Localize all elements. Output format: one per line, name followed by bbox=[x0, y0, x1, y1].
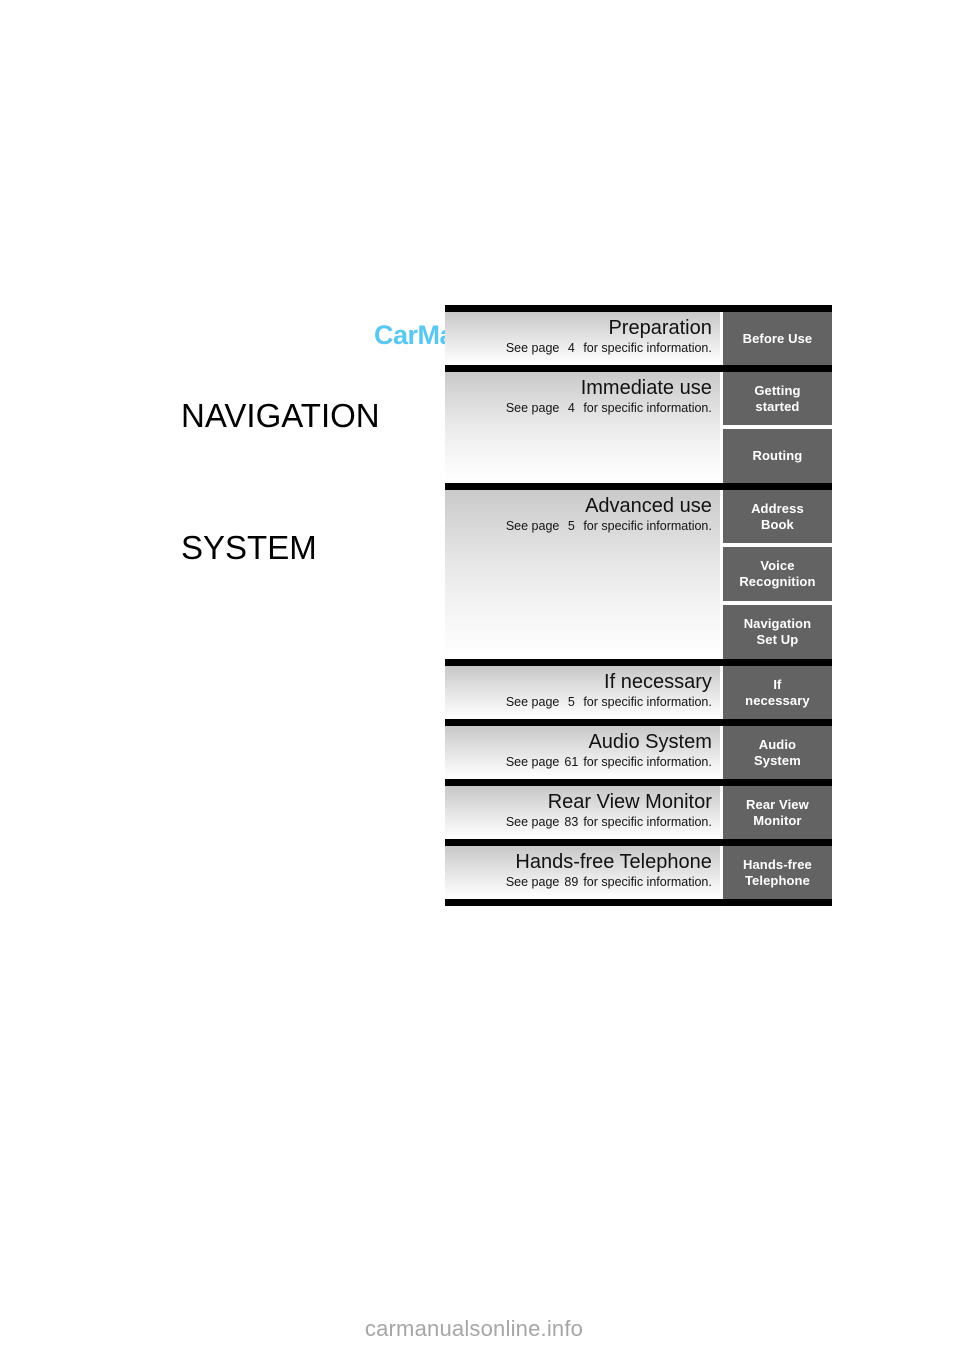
tab-label-line: Address bbox=[751, 500, 804, 516]
group-divider-rule bbox=[445, 779, 832, 786]
tab-label-line: Voice bbox=[760, 558, 795, 573]
see-page-suffix: for specific information. bbox=[583, 875, 712, 889]
tab-column: Audio System bbox=[722, 726, 832, 779]
tab-label-line: Monitor bbox=[753, 812, 802, 828]
contents-group: Immediate use See page 4 for specific inf… bbox=[445, 372, 832, 483]
section-panel: Hands-free Telephone See page 89 for spec… bbox=[445, 846, 720, 899]
page-title-line-1: NAVIGATION bbox=[181, 397, 380, 434]
contents-group: Rear View Monitor See page 83 for specifi… bbox=[445, 786, 832, 839]
tab-voice-recognition[interactable]: Voice Recognition bbox=[722, 547, 832, 601]
tab-column: Before Use bbox=[722, 312, 832, 365]
see-page-prefix: See page bbox=[505, 341, 560, 355]
section-panel: If necessary See page 5 for specific info… bbox=[445, 666, 720, 719]
see-page-prefix: See page bbox=[505, 695, 560, 709]
see-page-number: 4 bbox=[567, 401, 575, 415]
section-page-reference: See page 5 for specific information. bbox=[445, 518, 714, 534]
see-page-number: 5 bbox=[567, 519, 575, 533]
see-page-number: 83 bbox=[564, 815, 579, 829]
group-divider-rule bbox=[445, 305, 832, 312]
section-page-reference: See page 4 for specific information. bbox=[445, 340, 714, 356]
tab-label-line: Navigation bbox=[743, 616, 812, 631]
see-page-number: 61 bbox=[564, 755, 579, 769]
section-panel: Immediate use See page 4 for specific inf… bbox=[445, 372, 720, 483]
tab-label-line: System bbox=[754, 752, 801, 768]
section-panel: Audio System See page 61 for specific inf… bbox=[445, 726, 720, 779]
tab-label-line: Hands-free bbox=[742, 856, 812, 872]
see-page-prefix: See page bbox=[505, 519, 560, 533]
tab-label-line: Telephone bbox=[744, 872, 810, 888]
tab-column: If necessary bbox=[722, 666, 832, 719]
section-heading: Hands-free Telephone bbox=[515, 851, 712, 873]
tab-column: Getting started Routing bbox=[722, 372, 832, 483]
tab-label-line: Recognition bbox=[739, 574, 816, 589]
see-page-suffix: for specific information. bbox=[583, 401, 712, 415]
tab-column: Rear View Monitor bbox=[722, 786, 832, 839]
tab-address-book[interactable]: Address Book bbox=[722, 490, 832, 543]
see-page-number: 89 bbox=[564, 875, 579, 889]
section-heading: Advanced use bbox=[585, 495, 712, 517]
section-page-reference: See page 4 for specific information. bbox=[445, 400, 714, 416]
tab-label-line: started bbox=[755, 398, 800, 414]
tab-column: Address Book Voice Recognition Navigation Set… bbox=[722, 490, 832, 659]
section-panel: Rear View Monitor See page 83 for specifi… bbox=[445, 786, 720, 839]
see-page-prefix: See page bbox=[505, 755, 560, 769]
section-page-reference: See page 5 for specific information. bbox=[445, 694, 714, 710]
tab-label-line: Routing bbox=[752, 448, 803, 463]
group-divider-rule bbox=[445, 365, 832, 372]
tab-rear-view-monitor[interactable]: Rear View Monitor bbox=[722, 786, 832, 839]
tab-routing[interactable]: Routing bbox=[722, 429, 832, 483]
section-page-reference: See page 61 for specific information. bbox=[445, 754, 714, 770]
page-title: NAVIGATION SYSTEM bbox=[181, 306, 380, 614]
group-divider-rule bbox=[445, 659, 832, 666]
see-page-suffix: for specific information. bbox=[583, 815, 712, 829]
tab-label-line: Before Use bbox=[742, 330, 813, 346]
see-page-suffix: for specific information. bbox=[583, 695, 712, 709]
contents-group: Preparation See page 4 for specific infor… bbox=[445, 312, 832, 365]
see-page-prefix: See page bbox=[505, 815, 560, 829]
see-page-number: 4 bbox=[567, 341, 575, 355]
tab-before-use[interactable]: Before Use bbox=[722, 312, 832, 365]
tab-label-line: Set Up bbox=[756, 632, 799, 647]
see-page-suffix: for specific information. bbox=[583, 755, 712, 769]
page-title-line-2: SYSTEM bbox=[181, 529, 317, 566]
tab-label-line: Audio bbox=[758, 736, 797, 752]
group-divider-rule bbox=[445, 839, 832, 846]
section-heading: Rear View Monitor bbox=[547, 791, 712, 813]
section-panel: Advanced use See page 5 for specific info… bbox=[445, 490, 720, 659]
see-page-suffix: for specific information. bbox=[583, 341, 712, 355]
watermark-carmanualsonline: carmanualsonline.info bbox=[364, 1316, 584, 1341]
section-heading: Immediate use bbox=[580, 377, 712, 399]
tab-column: Hands-free Telephone bbox=[722, 846, 832, 899]
contents-group: If necessary See page 5 for specific info… bbox=[445, 666, 832, 719]
tab-navigation-set-up[interactable]: Navigation Set Up bbox=[722, 605, 832, 659]
section-heading: Audio System bbox=[588, 731, 712, 753]
tab-label-line: Book bbox=[760, 516, 794, 532]
tab-label-line: Rear View bbox=[746, 796, 809, 812]
tab-getting-started[interactable]: Getting started bbox=[722, 372, 832, 425]
tab-if-necessary[interactable]: If necessary bbox=[722, 666, 832, 719]
tab-audio-system[interactable]: Audio System bbox=[722, 726, 832, 779]
contents-table: Preparation See page 4 for specific infor… bbox=[445, 305, 832, 906]
tab-label-line: Getting bbox=[754, 382, 801, 398]
section-page-reference: See page 83 for specific information. bbox=[445, 814, 714, 830]
contents-group: Hands-free Telephone See page 89 for spec… bbox=[445, 846, 832, 899]
tab-hands-free-telephone[interactable]: Hands-free Telephone bbox=[722, 846, 832, 899]
see-page-number: 5 bbox=[567, 695, 575, 709]
tab-label-line: If bbox=[773, 676, 782, 692]
table-bottom-rule bbox=[445, 899, 832, 906]
section-page-reference: See page 89 for specific information. bbox=[445, 874, 714, 890]
section-heading: If necessary bbox=[604, 671, 712, 693]
section-heading: Preparation bbox=[608, 317, 712, 339]
group-divider-rule bbox=[445, 719, 832, 726]
contents-group: Advanced use See page 5 for specific info… bbox=[445, 490, 832, 659]
tab-label-line: necessary bbox=[745, 692, 810, 708]
see-page-prefix: See page bbox=[505, 401, 560, 415]
see-page-suffix: for specific information. bbox=[583, 519, 712, 533]
see-page-prefix: See page bbox=[505, 875, 560, 889]
section-panel: Preparation See page 4 for specific infor… bbox=[445, 312, 720, 365]
group-divider-rule bbox=[445, 483, 832, 490]
contents-group: Audio System See page 61 for specific inf… bbox=[445, 726, 832, 779]
